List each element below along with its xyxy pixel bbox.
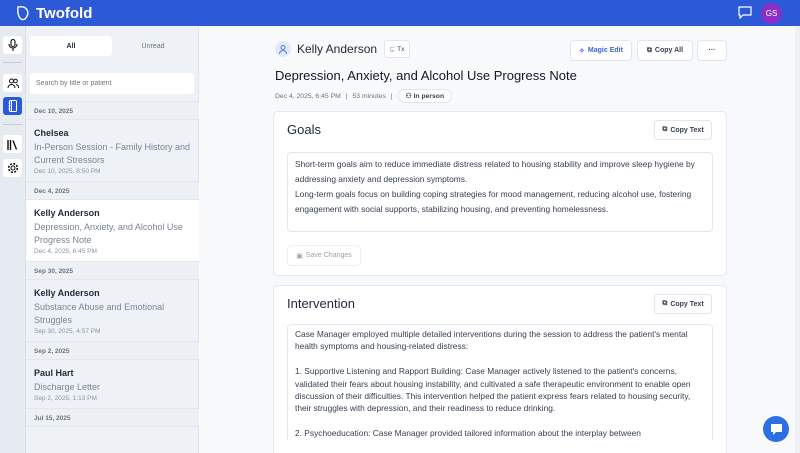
note-duration: 53 minutes: [352, 92, 386, 100]
note-time: Sep 30, 2025, 4:57 PM: [34, 328, 101, 335]
copy-icon: ⧉: [646, 46, 652, 54]
patient-name: Paul Hart: [34, 368, 74, 378]
note-title: Depression, Anxiety, and Alcohol Use Pro…: [34, 222, 183, 245]
list-item[interactable]: Chelsea In-Person Session - Family Histo…: [26, 120, 199, 181]
notes-button[interactable]: [3, 97, 22, 115]
note-title: Substance Abuse and Emotional Struggles: [34, 302, 165, 325]
save-changes-button[interactable]: ▣ Save Changes: [287, 245, 361, 266]
settings-button[interactable]: [3, 159, 22, 177]
tab-all[interactable]: All: [30, 36, 112, 56]
save-label: Save Changes: [305, 252, 352, 259]
date-header: Sep 2, 2025: [26, 341, 199, 360]
scrollbar[interactable]: [795, 26, 800, 453]
section-heading: Intervention: [287, 296, 355, 311]
search-input[interactable]: [30, 73, 194, 94]
patient-name[interactable]: Kelly Anderson: [297, 42, 377, 56]
list-item[interactable]: Kelly Anderson Substance Abuse and Emoti…: [26, 280, 199, 341]
list-item-selected[interactable]: Kelly Anderson Depression, Anxiety, and …: [26, 200, 199, 261]
list-item[interactable]: Paul Hart Discharge Letter Sep 2, 2025, …: [26, 360, 199, 408]
twofold-logo-icon: [17, 5, 29, 21]
date-header: Dec 4, 2025: [26, 181, 199, 200]
chat-bubble-icon: [770, 423, 782, 435]
copy-text-label: Copy Text: [670, 126, 704, 134]
tx-label: Tx: [397, 45, 405, 53]
person-icon: [279, 44, 287, 54]
tab-unread[interactable]: Unread: [112, 36, 194, 56]
magic-edit-button[interactable]: ✧ Magic Edit: [570, 40, 632, 61]
divider: [3, 124, 22, 125]
user-avatar[interactable]: GS: [761, 3, 782, 24]
divider: [3, 62, 22, 63]
note-title: Discharge Letter: [34, 382, 101, 392]
icon-rail: [0, 26, 26, 453]
library-button[interactable]: [3, 135, 22, 153]
note-time: Dec 4, 2025, 6:45 PM: [34, 248, 97, 255]
save-icon: ▣: [296, 252, 303, 260]
copy-all-button[interactable]: ⧉ Copy All: [637, 40, 693, 61]
note-title: Depression, Anxiety, and Alcohol Use Pro…: [275, 68, 577, 83]
note-time: Dec 10, 2025, 8:50 PM: [34, 168, 101, 175]
magic-edit-label: Magic Edit: [587, 47, 623, 54]
top-bar: Twofold GS: [0, 0, 800, 26]
patient-name: Chelsea: [34, 128, 69, 138]
section-heading: Goals: [287, 122, 321, 137]
gear-icon: [7, 162, 18, 174]
library-icon: [7, 139, 18, 150]
goals-section: Goals ⧉ Copy Text Short-term goals aim to…: [273, 111, 727, 276]
note-title: In-Person Session - Family History and C…: [34, 142, 191, 165]
patient-avatar: [275, 41, 291, 57]
note-datetime: Dec 4, 2025, 6:45 PM: [275, 92, 341, 100]
more-button[interactable]: ···: [697, 40, 727, 61]
notebook-icon: [8, 100, 17, 112]
intervention-textarea[interactable]: Case Manager employed multiple detailed …: [287, 324, 713, 440]
copy-text-button[interactable]: ⧉ Copy Text: [654, 120, 712, 140]
copy-icon: ⧉: [662, 126, 668, 133]
session-mode: In person: [413, 93, 445, 100]
list-icon: ⊑: [389, 46, 396, 53]
separator: |: [345, 92, 348, 100]
chat-icon[interactable]: [738, 6, 752, 19]
patient-name: Kelly Anderson: [34, 288, 100, 298]
copy-all-label: Copy All: [654, 47, 684, 54]
copy-icon: ⧉: [662, 300, 668, 307]
notes-list-panel: All Unread Dec 10, 2025 Chelsea In-Perso…: [26, 26, 199, 453]
magic-wand-icon: ✧: [579, 47, 585, 55]
microphone-icon: [7, 39, 18, 51]
list-tabs: All Unread: [30, 36, 194, 56]
date-header: Sep 30, 2025: [26, 261, 199, 280]
date-header: Jul 15, 2025: [26, 408, 199, 427]
session-mode-badge: ⚇ In person: [397, 89, 453, 103]
copy-text-button[interactable]: ⧉ Copy Text: [654, 294, 712, 314]
note-meta: Dec 4, 2025, 6:45 PM | 53 minutes | ⚇ In…: [275, 89, 453, 103]
people-icon: [7, 78, 19, 88]
date-header: Dec 10, 2025: [26, 101, 199, 120]
patients-button[interactable]: [3, 74, 22, 92]
goals-textarea[interactable]: Short-term goals aim to reduce immediate…: [287, 152, 713, 232]
tx-badge[interactable]: ⊑ Tx: [384, 40, 410, 58]
patient-name: Kelly Anderson: [34, 208, 100, 218]
intervention-section: Intervention ⧉ Copy Text Case Manager emp…: [273, 285, 727, 453]
app-name: Twofold: [36, 5, 93, 22]
note-time: Sep 2, 2025, 1:13 PM: [34, 395, 97, 402]
notes-feed: Dec 10, 2025 Chelsea In-Person Session -…: [26, 101, 199, 427]
record-button[interactable]: [3, 36, 22, 54]
note-view: Kelly Anderson ⊑ Tx ✧ Magic Edit ⧉ Copy All…: [200, 26, 795, 453]
people-icon: ⚇: [405, 93, 414, 100]
separator: |: [390, 92, 393, 100]
support-chat-button[interactable]: [763, 416, 789, 442]
copy-text-label: Copy Text: [670, 300, 704, 308]
